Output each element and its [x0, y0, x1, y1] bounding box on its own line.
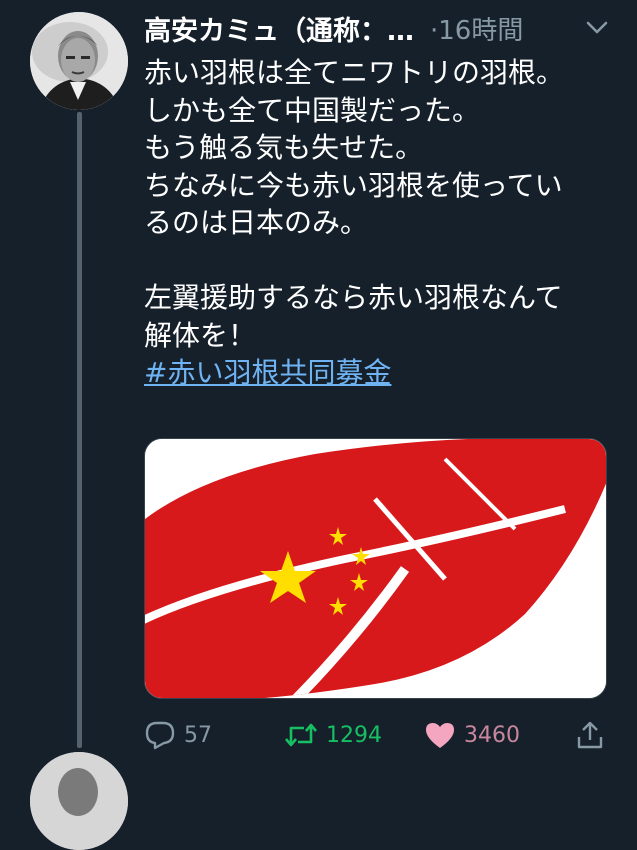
tweet-media-image[interactable] [144, 438, 607, 699]
author-avatar[interactable] [30, 12, 128, 110]
tweet-line-2: しかも全て中国製だった。 [144, 93, 481, 127]
tweet-line-1: 赤い羽根は全てニワトリの羽根。 [144, 56, 565, 89]
tweet-header: 高安カミュ（通称：… ·16時間 [144, 8, 624, 48]
avatar-portrait-2 [30, 752, 128, 850]
next-tweet-avatar[interactable] [30, 752, 128, 850]
share-icon [577, 721, 603, 749]
retweet-button[interactable]: 1294 [284, 722, 424, 748]
tweet-line-6: 左翼援助するなら赤い羽根なんて [144, 281, 563, 314]
tweet-actions: 57 1294 3460 [144, 710, 604, 760]
tweet-line-3: もう触る気も失せた。 [144, 131, 424, 164]
tweet-line-5: るのは日本のみ。 [144, 206, 369, 239]
share-button[interactable] [576, 720, 604, 750]
chevron-down-icon[interactable] [582, 13, 612, 43]
retweet-icon [285, 723, 317, 747]
retweet-count: 1294 [326, 722, 382, 748]
reply-button[interactable]: 57 [144, 720, 284, 750]
reply-count: 57 [184, 722, 212, 748]
red-feather-china-flag-image [145, 439, 606, 698]
hashtag-link[interactable]: #赤い羽根共同募金 [144, 354, 614, 392]
author-name[interactable]: 高安カミュ（通称：… [144, 9, 414, 48]
tweet-line-4: ちなみに今も赤い羽根を使ってい [144, 168, 563, 202]
like-button[interactable]: 3460 [424, 721, 564, 749]
tweet-time[interactable]: ·16時間 [430, 10, 523, 47]
tweet-line-7: 解体を！ [144, 318, 257, 352]
like-icon [426, 723, 454, 748]
thread-line [77, 112, 82, 748]
avatar-portrait [30, 12, 128, 110]
like-count: 3460 [464, 722, 520, 748]
tweet-text: 赤い羽根は全てニワトリの羽根。 しかも全て中国製だった。 もう触る気も失せた。 … [144, 54, 614, 392]
reply-icon [145, 721, 175, 750]
